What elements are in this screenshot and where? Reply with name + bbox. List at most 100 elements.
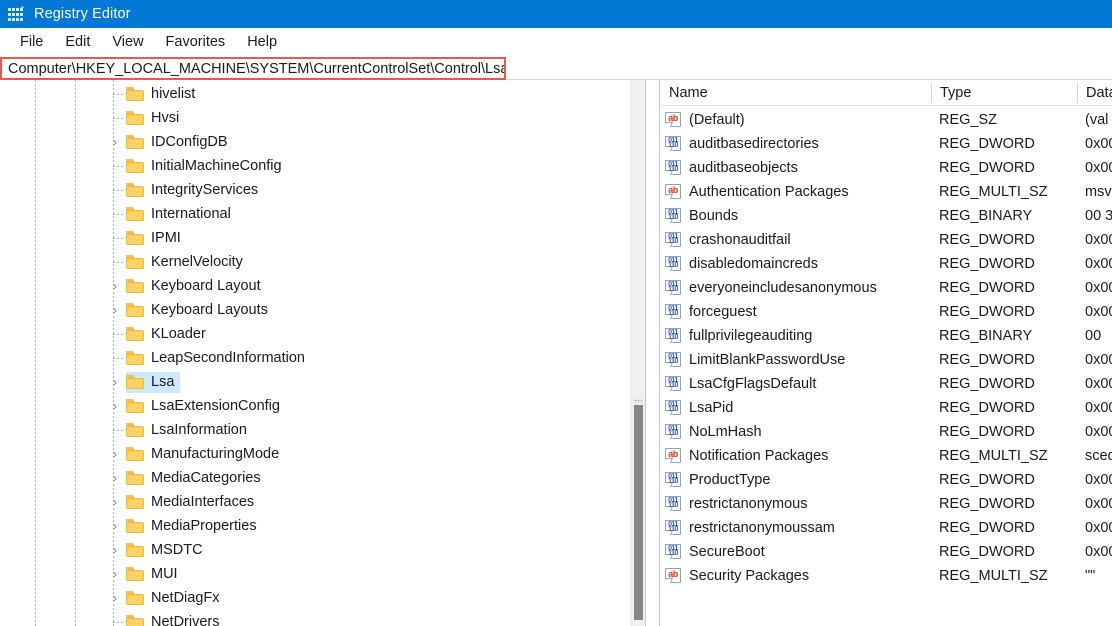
column-header-name[interactable]: Name: [661, 80, 931, 106]
column-header-type[interactable]: Type: [932, 80, 1077, 106]
table-row[interactable]: 011110restrictanonymoussamREG_DWORD0x00: [661, 516, 1112, 540]
table-row[interactable]: 011110LimitBlankPasswordUseREG_DWORD0x00: [661, 348, 1112, 372]
tree-item-kloader[interactable]: KLoader: [0, 322, 630, 346]
tree-item-lsa[interactable]: ›Lsa: [0, 370, 630, 394]
tree-scrollbar-thumb[interactable]: [634, 405, 643, 620]
table-row[interactable]: 011110BoundsREG_BINARY00 3: [661, 204, 1112, 228]
tree-item-international[interactable]: International: [0, 202, 630, 226]
tree-item-mediaproperties[interactable]: ›MediaProperties: [0, 514, 630, 538]
tree-item-netdrivers[interactable]: NetDrivers: [0, 610, 630, 626]
tree-item-content[interactable]: MUI: [126, 564, 184, 585]
value-name-cell[interactable]: abNotification Packages: [665, 444, 931, 468]
table-row[interactable]: 011110LsaPidREG_DWORD0x00: [661, 396, 1112, 420]
tree-item-content[interactable]: KLoader: [126, 324, 212, 345]
chevron-right-icon[interactable]: ›: [107, 442, 123, 466]
tree-item-mui[interactable]: ›MUI: [0, 562, 630, 586]
tree-item-idconfigdb[interactable]: ›IDConfigDB: [0, 130, 630, 154]
tree-item-content[interactable]: NetDiagFx: [126, 588, 226, 609]
tree-item-content[interactable]: hivelist: [126, 84, 201, 105]
tree-item-ipmi[interactable]: IPMI: [0, 226, 630, 250]
table-row[interactable]: 011110auditbasedirectoriesREG_DWORD0x00: [661, 132, 1112, 156]
table-row[interactable]: 011110restrictanonymousREG_DWORD0x00: [661, 492, 1112, 516]
tree-item-content[interactable]: LeapSecondInformation: [126, 348, 311, 369]
table-row[interactable]: 011110disabledomaincredsREG_DWORD0x00: [661, 252, 1112, 276]
panel-splitter[interactable]: [645, 80, 660, 626]
value-name-cell[interactable]: 011110restrictanonymoussam: [665, 516, 931, 540]
chevron-right-icon[interactable]: ›: [107, 586, 123, 610]
chevron-right-icon[interactable]: ›: [107, 538, 123, 562]
tree-item-content[interactable]: Keyboard Layouts: [126, 300, 274, 321]
tree-item-msdtc[interactable]: ›MSDTC: [0, 538, 630, 562]
tree-item-content[interactable]: MediaProperties: [126, 516, 263, 537]
menu-item-edit[interactable]: Edit: [54, 32, 101, 52]
value-name-cell[interactable]: 011110restrictanonymous: [665, 492, 931, 516]
tree-item-keyboard-layouts[interactable]: ›Keyboard Layouts: [0, 298, 630, 322]
table-row[interactable]: 011110everyoneincludesanonymousREG_DWORD…: [661, 276, 1112, 300]
table-row[interactable]: abSecurity PackagesREG_MULTI_SZ"": [661, 564, 1112, 588]
chevron-right-icon[interactable]: ›: [107, 274, 123, 298]
menu-item-view[interactable]: View: [101, 32, 154, 52]
tree-item-netdiagfx[interactable]: ›NetDiagFx: [0, 586, 630, 610]
tree-item-hivelist[interactable]: hivelist: [0, 82, 630, 106]
table-row[interactable]: 011110SecureBootREG_DWORD0x00: [661, 540, 1112, 564]
tree-item-initialmachineconfig[interactable]: InitialMachineConfig: [0, 154, 630, 178]
registry-path-input[interactable]: Computer\HKEY_LOCAL_MACHINE\SYSTEM\Curre…: [0, 57, 506, 80]
tree-item-leapsecondinformation[interactable]: LeapSecondInformation: [0, 346, 630, 370]
chevron-right-icon[interactable]: ›: [107, 490, 123, 514]
tree-item-content[interactable]: Keyboard Layout: [126, 276, 267, 297]
tree-item-content[interactable]: InitialMachineConfig: [126, 156, 288, 177]
tree-item-content[interactable]: IDConfigDB: [126, 132, 234, 153]
table-row[interactable]: 011110ProductTypeREG_DWORD0x00: [661, 468, 1112, 492]
value-name-cell[interactable]: 011110forceguest: [665, 300, 931, 324]
column-header-data[interactable]: Data: [1078, 80, 1112, 106]
tree-item-lsaextensionconfig[interactable]: ›LsaExtensionConfig: [0, 394, 630, 418]
tree-item-hvsi[interactable]: Hvsi: [0, 106, 630, 130]
value-name-cell[interactable]: 011110fullprivilegeauditing: [665, 324, 931, 348]
value-name-cell[interactable]: 011110LsaCfgFlagsDefault: [665, 372, 931, 396]
tree-item-content[interactable]: ManufacturingMode: [126, 444, 285, 465]
tree-item-kernelvelocity[interactable]: KernelVelocity: [0, 250, 630, 274]
tree-item-content[interactable]: Hvsi: [126, 108, 185, 129]
tree-item-content[interactable]: LsaInformation: [126, 420, 253, 441]
table-row[interactable]: 011110fullprivilegeauditingREG_BINARY00: [661, 324, 1112, 348]
tree-item-content[interactable]: LsaExtensionConfig: [126, 396, 286, 417]
chevron-right-icon[interactable]: ›: [107, 466, 123, 490]
table-row[interactable]: 011110auditbaseobjectsREG_DWORD0x00: [661, 156, 1112, 180]
value-name-cell[interactable]: ab(Default): [665, 108, 931, 132]
chevron-right-icon[interactable]: ›: [107, 130, 123, 154]
table-row[interactable]: ab(Default)REG_SZ(val: [661, 108, 1112, 132]
value-name-cell[interactable]: 011110LimitBlankPasswordUse: [665, 348, 931, 372]
chevron-right-icon[interactable]: ›: [107, 370, 123, 394]
menu-item-help[interactable]: Help: [236, 32, 288, 52]
table-row[interactable]: abAuthentication PackagesREG_MULTI_SZmsv: [661, 180, 1112, 204]
value-name-cell[interactable]: 011110disabledomaincreds: [665, 252, 931, 276]
table-row[interactable]: 011110LsaCfgFlagsDefaultREG_DWORD0x00: [661, 372, 1112, 396]
chevron-right-icon[interactable]: ›: [107, 394, 123, 418]
tree-vertical-scrollbar[interactable]: [630, 80, 645, 626]
value-name-cell[interactable]: 011110crashonauditfail: [665, 228, 931, 252]
chevron-right-icon[interactable]: ›: [107, 562, 123, 586]
chevron-right-icon[interactable]: ›: [107, 514, 123, 538]
tree-item-content[interactable]: KernelVelocity: [126, 252, 249, 273]
value-name-cell[interactable]: 011110Bounds: [665, 204, 931, 228]
tree-item-integrityservices[interactable]: IntegrityServices: [0, 178, 630, 202]
value-name-cell[interactable]: 011110NoLmHash: [665, 420, 931, 444]
value-name-cell[interactable]: 011110everyoneincludesanonymous: [665, 276, 931, 300]
chevron-right-icon[interactable]: ›: [107, 298, 123, 322]
menu-item-favorites[interactable]: Favorites: [155, 32, 237, 52]
menu-item-file[interactable]: File: [9, 32, 54, 52]
table-row[interactable]: 011110crashonauditfailREG_DWORD0x00: [661, 228, 1112, 252]
value-name-cell[interactable]: abAuthentication Packages: [665, 180, 931, 204]
value-name-cell[interactable]: 011110auditbasedirectories: [665, 132, 931, 156]
tree-item-mediacategories[interactable]: ›MediaCategories: [0, 466, 630, 490]
value-name-cell[interactable]: abSecurity Packages: [665, 564, 931, 588]
tree-item-content[interactable]: NetDrivers: [126, 612, 225, 626]
table-row[interactable]: 011110forceguestREG_DWORD0x00: [661, 300, 1112, 324]
tree-item-mediainterfaces[interactable]: ›MediaInterfaces: [0, 490, 630, 514]
value-name-cell[interactable]: 011110ProductType: [665, 468, 931, 492]
tree-item-content[interactable]: IntegrityServices: [126, 180, 264, 201]
tree-item-content[interactable]: MediaCategories: [126, 468, 267, 489]
table-row[interactable]: 011110NoLmHashREG_DWORD0x00: [661, 420, 1112, 444]
tree-item-keyboard-layout[interactable]: ›Keyboard Layout: [0, 274, 630, 298]
tree-item-content[interactable]: Lsa: [126, 372, 180, 393]
